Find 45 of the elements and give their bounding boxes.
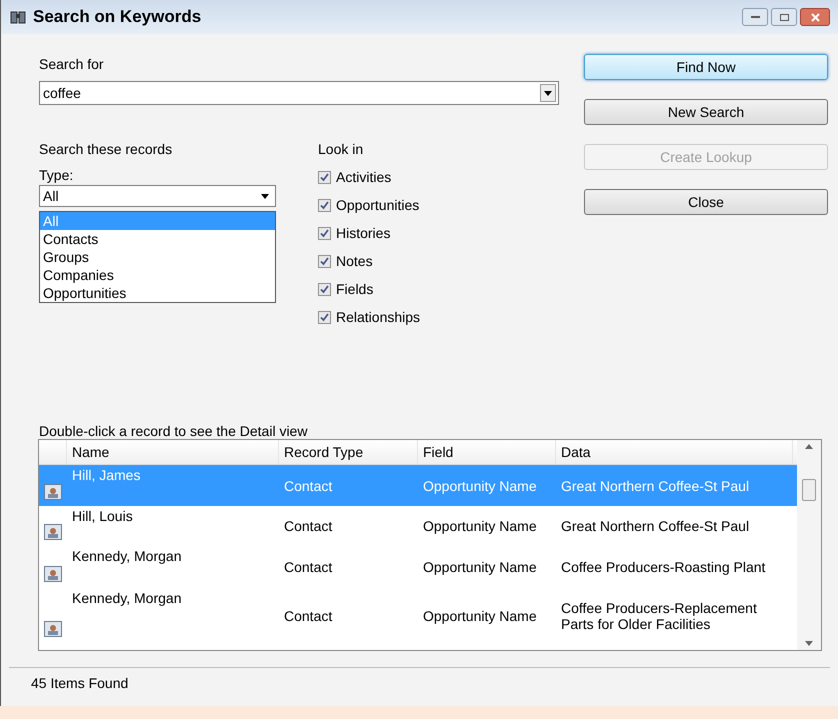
table-row[interactable]: Kennedy, Morgan Contact Opportunity Name Coffee Producers-Roasting Plant <box>39 546 797 588</box>
table-cell: Kennedy, Morgan <box>72 590 182 606</box>
dropdown-option[interactable]: Companies <box>40 266 275 284</box>
table-cell: Opportunity Name <box>423 608 537 624</box>
table-cell: Great Northern Coffee-St Paul <box>561 478 750 494</box>
table-cell: Opportunity Name <box>423 518 537 534</box>
table-cell: Coffee Producers-Roasting Plant <box>561 559 766 575</box>
checkbox-label: Fields <box>336 280 374 298</box>
dropdown-option[interactable]: Opportunities <box>40 284 275 302</box>
status-text: 45 Items Found <box>31 674 130 693</box>
dialog-button[interactable]: Close <box>584 189 828 215</box>
type-label: Type: <box>39 166 74 183</box>
checkbox-label: Opportunities <box>336 196 420 215</box>
type-dropdown[interactable]: All <box>39 185 276 207</box>
column-header[interactable]: Field <box>418 440 556 464</box>
checkbox-label: Histories <box>336 224 390 242</box>
dialog-button[interactable]: New Search <box>584 99 828 125</box>
table-cell: Hill, James <box>72 467 140 483</box>
column-header[interactable]: Record Type <box>279 440 418 464</box>
table-cell: Contact <box>284 478 332 494</box>
checkbox-label: Notes <box>336 252 373 270</box>
checkbox-label: Activities <box>336 168 392 186</box>
table-cell: Opportunity Name <box>423 559 537 575</box>
instruction-text: Double-click a record to see the Detail view <box>39 422 308 439</box>
checkbox-label: Relationships <box>336 308 420 327</box>
table-cell: Contact <box>284 608 332 624</box>
table-cell: Hill, Louis <box>72 508 133 524</box>
search-combo-box[interactable]: coffee <box>39 81 559 105</box>
dialog-button[interactable]: Find Now <box>584 54 828 80</box>
table-row[interactable]: Hill, Louis Contact Opportunity Name Great Northern Coffee-St Paul <box>39 506 797 546</box>
table-cell: Contact <box>284 518 332 534</box>
table-cell: Contact <box>284 559 332 575</box>
column-header[interactable]: Name <box>67 440 279 464</box>
window-title: Search on Keywords <box>33 6 202 28</box>
table-cell: Great Northern Coffee-St Paul <box>561 518 750 534</box>
table-row[interactable]: Kennedy, Morgan Contact Opportunity Name Coffee Producers-Replacement Parts for Older Facilities <box>39 588 797 643</box>
table-cell: Opportunity Name <box>423 478 537 494</box>
table-cell-text: Coffee Producers-Replacement Parts for Older Facilities <box>561 600 758 632</box>
search-for-label: Search for <box>39 55 105 74</box>
table-cell: Kennedy, Morgan <box>72 548 182 564</box>
section-label: Search these records <box>39 140 174 157</box>
dropdown-option[interactable]: Contacts <box>40 230 275 248</box>
column-header[interactable]: Data <box>556 440 793 464</box>
section-label: Look in <box>318 140 364 157</box>
dropdown-option[interactable]: Groups <box>40 248 275 266</box>
